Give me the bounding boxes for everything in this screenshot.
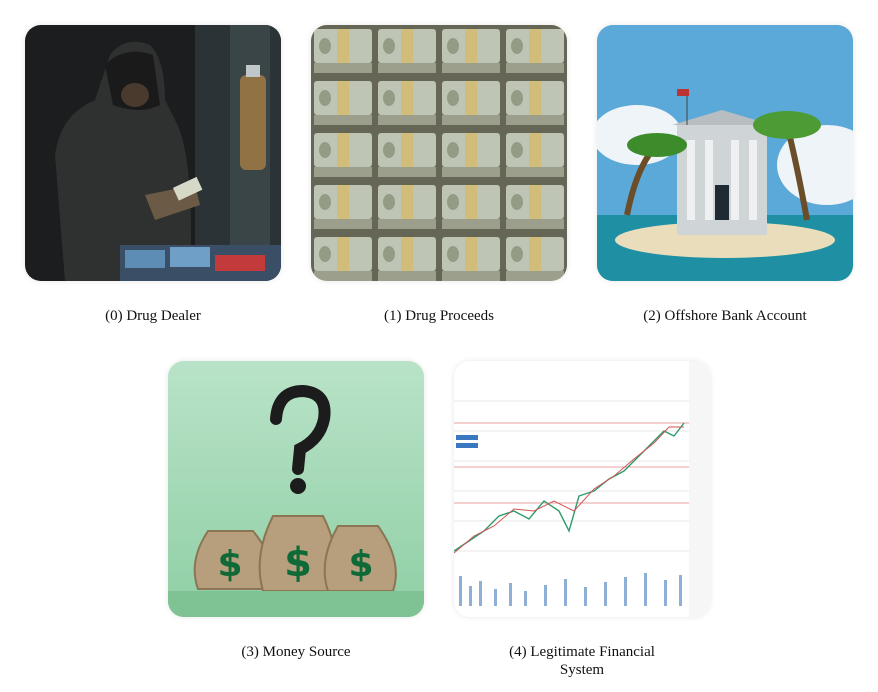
panel-drug-dealer: [25, 25, 281, 281]
panel-offshore-bank-account: [597, 25, 853, 281]
panel-caption: (4) Legitimate Financial System: [509, 644, 655, 678]
island-bank-image: [597, 25, 853, 281]
panel-money-source: $ $ $: [168, 361, 424, 617]
panel-caption: (1) Drug Proceeds: [384, 308, 494, 324]
svg-text:$: $: [348, 544, 373, 585]
svg-text:$: $: [217, 544, 242, 585]
cash-stacks-image: [311, 25, 567, 281]
panel-caption: (2) Offshore Bank Account: [643, 308, 807, 324]
svg-text:$: $: [284, 540, 312, 586]
panel-caption: (0) Drug Dealer: [105, 308, 201, 324]
stock-chart-image: [454, 361, 710, 617]
panel-legitimate-financial-system: [454, 361, 710, 617]
hooded-dealer-image: [25, 25, 281, 281]
panel-drug-proceeds: [311, 25, 567, 281]
panel-caption: (3) Money Source: [241, 644, 351, 660]
money-bags-question-image: $ $ $: [168, 361, 424, 617]
